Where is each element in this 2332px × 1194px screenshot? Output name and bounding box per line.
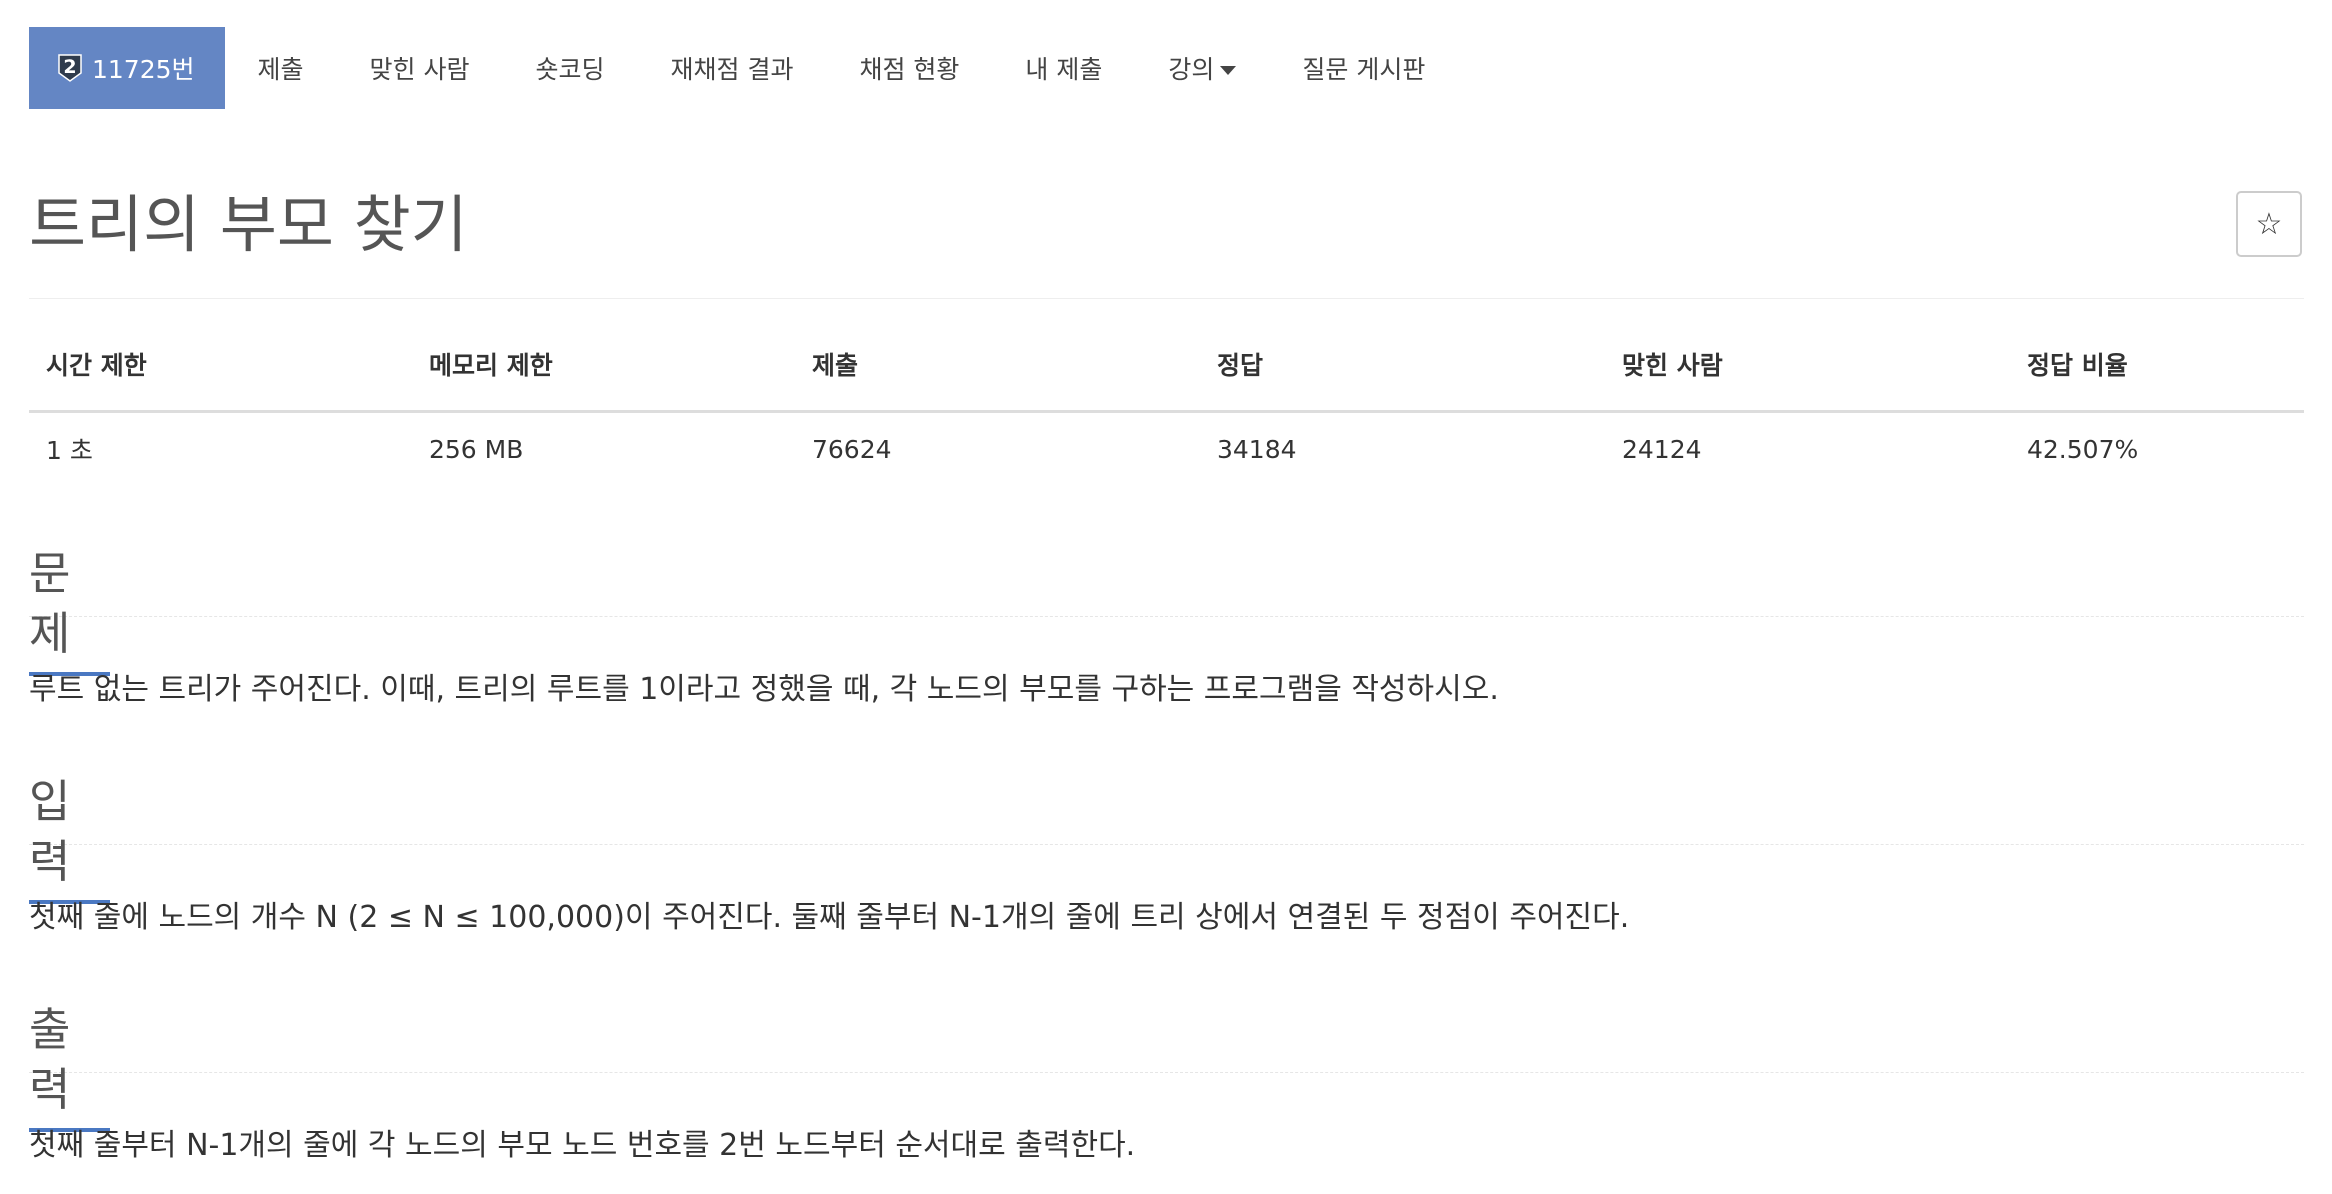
favorite-star-button[interactable]: ☆ — [2236, 191, 2302, 257]
page-title: 트리의 부모 찾기 — [29, 188, 468, 261]
value-accept-ratio: 42.507% — [2027, 434, 2139, 464]
section-output-header: 출력 — [29, 1000, 2304, 1132]
tab-problem-id[interactable]: 2 11725번 — [29, 27, 225, 109]
tab-solved-users[interactable]: 맞힌 사람 — [337, 27, 503, 109]
tab-lectures-label: 강의 — [1168, 55, 1215, 84]
section-problem: 문제 루트 없는 트리가 주어진다. 이때, 트리의 루트를 1이라고 정했을 … — [29, 544, 2304, 707]
section-input: 입력 첫째 줄에 노드의 개수 N (2 ≤ N ≤ 100,000)이 주어진… — [29, 772, 2304, 935]
header-time-limit: 시간 제한 — [29, 346, 412, 413]
header-accept-ratio: 정답 비율 — [2010, 346, 2304, 413]
header-solved-users: 맞힌 사람 — [1605, 346, 2010, 413]
header-submissions: 제출 — [795, 346, 1200, 413]
tab-short-coding[interactable]: 숏코딩 — [503, 27, 638, 109]
star-icon: ☆ — [2255, 207, 2283, 241]
value-submissions: 76624 — [812, 434, 892, 464]
value-memory-limit: 256 MB — [429, 434, 524, 464]
problem-info-table: 시간 제한 메모리 제한 제출 정답 맞힌 사람 정답 비율 1 초 256 M… — [29, 346, 2304, 485]
value-time-limit: 1 초 — [46, 436, 93, 465]
section-problem-heading: 문제 — [29, 544, 110, 676]
header-memory-limit: 메모리 제한 — [412, 346, 795, 413]
problem-description: 루트 없는 트리가 주어진다. 이때, 트리의 루트를 1이라고 정했을 때, … — [29, 672, 1499, 707]
value-accepted: 34184 — [1217, 434, 1297, 464]
section-output-heading: 출력 — [29, 1000, 110, 1132]
tab-question-board[interactable]: 질문 게시판 — [1269, 27, 1458, 109]
section-input-heading: 입력 — [29, 772, 110, 904]
tab-submit[interactable]: 제출 — [225, 27, 337, 109]
value-solved-users: 24124 — [1622, 434, 1702, 464]
header-accepted: 정답 — [1200, 346, 1605, 413]
info-table-header-row: 시간 제한 메모리 제한 제출 정답 맞힌 사람 정답 비율 — [29, 346, 2304, 413]
section-problem-header: 문제 — [29, 544, 2304, 676]
info-table-row: 1 초 256 MB 76624 34184 24124 42.507% — [29, 412, 2304, 486]
section-input-header: 입력 — [29, 772, 2304, 904]
output-description: 첫째 줄부터 N-1개의 줄에 각 노드의 부모 노드 번호를 2번 노드부터 … — [29, 1128, 1136, 1163]
tab-my-submissions[interactable]: 내 제출 — [992, 27, 1135, 109]
section-output: 출력 첫째 줄부터 N-1개의 줄에 각 노드의 부모 노드 번호를 2번 노드… — [29, 1000, 2304, 1163]
tab-rejudge-results[interactable]: 재채점 결과 — [638, 27, 827, 109]
tier-badge-icon: 2 — [57, 53, 83, 83]
problem-tabs: 2 11725번 제출 맞힌 사람 숏코딩 재채점 결과 채점 현황 내 제출 … — [29, 27, 1458, 109]
input-description: 첫째 줄에 노드의 개수 N (2 ≤ N ≤ 100,000)이 주어진다. … — [29, 900, 1630, 935]
problem-page: 2 11725번 제출 맞힌 사람 숏코딩 재채점 결과 채점 현황 내 제출 … — [0, 0, 2332, 1194]
caret-down-icon — [1220, 65, 1237, 75]
title-divider — [29, 298, 2304, 299]
tab-judge-status[interactable]: 채점 현황 — [826, 27, 992, 109]
tab-lectures-dropdown[interactable]: 강의 — [1135, 27, 1269, 109]
problem-id-label: 11725번 — [92, 55, 195, 84]
